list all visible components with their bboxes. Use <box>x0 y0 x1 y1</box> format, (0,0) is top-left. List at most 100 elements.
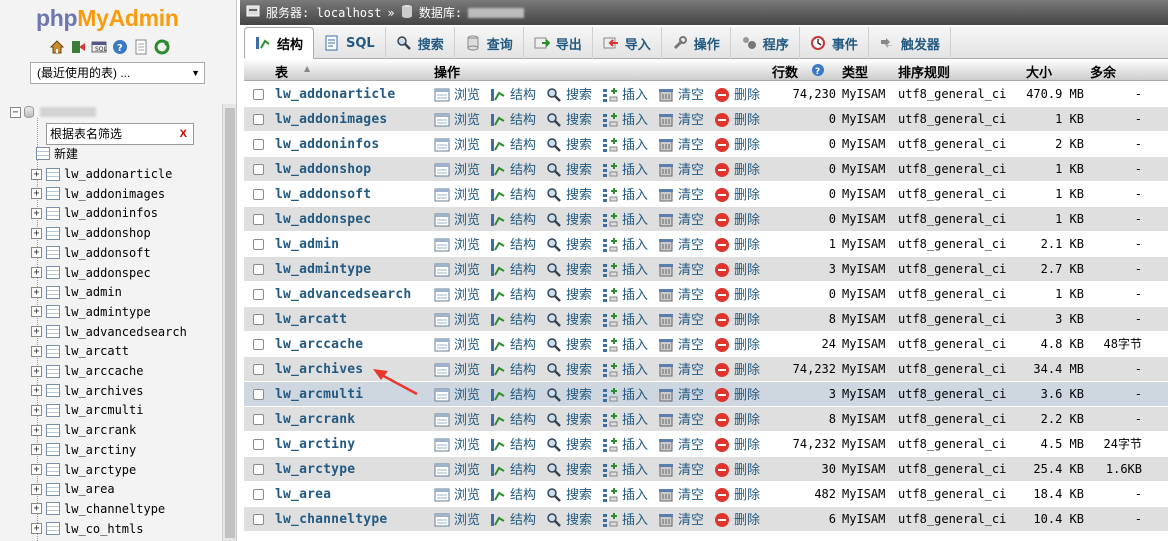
sort-asc-icon[interactable]: ▲ <box>304 64 310 73</box>
expand-icon[interactable]: + <box>31 306 42 318</box>
structure-action[interactable]: 结构 <box>490 182 536 207</box>
search-action[interactable]: 搜索 <box>546 332 592 357</box>
expand-icon[interactable]: + <box>31 424 42 436</box>
table-row[interactable]: lw_arcrank 浏览 结构 搜索 插入 清空 删除 8 MyISAM utf8_genera… <box>244 407 1168 432</box>
docs-icon[interactable] <box>133 39 149 55</box>
table-row[interactable]: lw_arctiny 浏览 结构 搜索 插入 清空 删除 74,232 MyISAM utf8_g… <box>244 432 1168 457</box>
row-checkbox[interactable] <box>253 214 264 225</box>
table-size[interactable]: 4.5 MB <box>1004 432 1084 457</box>
table-size[interactable]: 34.4 MB <box>1004 357 1084 382</box>
structure-action[interactable]: 结构 <box>490 357 536 382</box>
empty-action[interactable]: 清空 <box>658 382 704 407</box>
table-row[interactable]: lw_addonimages 浏览 结构 搜索 插入 清空 删除 0 MyISAM utf8_ge… <box>244 107 1168 132</box>
search-action[interactable]: 搜索 <box>546 82 592 107</box>
drop-action[interactable]: 删除 <box>714 82 760 107</box>
insert-action[interactable]: 插入 <box>602 282 648 307</box>
row-checkbox[interactable] <box>253 139 264 150</box>
nav-scrollbar-thumb[interactable] <box>225 108 235 538</box>
drop-action[interactable]: 删除 <box>714 207 760 232</box>
empty-action[interactable]: 清空 <box>658 507 704 532</box>
nav-table-item[interactable]: + lw_admin <box>31 282 122 302</box>
new-table-link[interactable]: 新建 <box>36 145 78 162</box>
breadcrumb-database[interactable]: 数据库: <box>419 4 462 21</box>
browse-action[interactable]: 浏览 <box>434 307 480 332</box>
insert-action[interactable]: 插入 <box>602 82 648 107</box>
table-filter-input[interactable]: 根据表名筛选 X <box>46 123 194 145</box>
drop-action[interactable]: 删除 <box>714 332 760 357</box>
browse-action[interactable]: 浏览 <box>434 207 480 232</box>
table-name-link[interactable]: lw_admintype <box>275 257 371 282</box>
table-row[interactable]: lw_addonshop 浏览 结构 搜索 插入 清空 删除 0 MyISAM utf8_gene… <box>244 157 1168 182</box>
search-action[interactable]: 搜索 <box>546 207 592 232</box>
empty-action[interactable]: 清空 <box>658 182 704 207</box>
drop-action[interactable]: 删除 <box>714 182 760 207</box>
table-row[interactable]: lw_arcmulti 浏览 结构 搜索 插入 清空 删除 3 MyISAM utf8_gener… <box>244 382 1168 407</box>
drop-action[interactable]: 删除 <box>714 282 760 307</box>
structure-action[interactable]: 结构 <box>490 382 536 407</box>
expand-icon[interactable]: + <box>31 227 42 239</box>
search-action[interactable]: 搜索 <box>546 457 592 482</box>
row-checkbox[interactable] <box>253 164 264 175</box>
table-name-link[interactable]: lw_arcatt <box>275 307 347 332</box>
structure-action[interactable]: 结构 <box>490 432 536 457</box>
drop-action[interactable]: 删除 <box>714 407 760 432</box>
drop-action[interactable]: 删除 <box>714 507 760 532</box>
expand-icon[interactable]: + <box>31 286 42 298</box>
insert-action[interactable]: 插入 <box>602 407 648 432</box>
empty-action[interactable]: 清空 <box>658 357 704 382</box>
structure-action[interactable]: 结构 <box>490 232 536 257</box>
table-size[interactable]: 1 KB <box>1004 282 1084 307</box>
structure-action[interactable]: 结构 <box>490 507 536 532</box>
insert-action[interactable]: 插入 <box>602 107 648 132</box>
table-row[interactable]: lw_advancedsearch 浏览 结构 搜索 插入 清空 删除 0 MyISAM utf8… <box>244 282 1168 307</box>
tab-structure[interactable]: 结构 <box>244 27 315 59</box>
structure-action[interactable]: 结构 <box>490 457 536 482</box>
search-action[interactable]: 搜索 <box>546 107 592 132</box>
table-name-link[interactable]: lw_area <box>275 482 331 507</box>
col-size[interactable]: 大小 <box>1026 62 1052 81</box>
nav-table-item[interactable]: + lw_addonshop <box>31 223 151 243</box>
empty-action[interactable]: 清空 <box>658 257 704 282</box>
structure-action[interactable]: 结构 <box>490 157 536 182</box>
row-checkbox[interactable] <box>253 389 264 400</box>
nav-table-item[interactable]: + lw_arcatt <box>31 341 129 361</box>
expand-icon[interactable]: + <box>31 188 42 200</box>
help-icon[interactable]: ? <box>811 63 825 81</box>
nav-table-item[interactable]: + lw_arccache <box>31 361 143 381</box>
table-row[interactable]: lw_arcatt 浏览 结构 搜索 插入 清空 删除 8 MyISAM utf8_general… <box>244 307 1168 332</box>
nav-table-item[interactable]: + lw_addonspec <box>31 263 151 283</box>
row-checkbox[interactable] <box>253 314 264 325</box>
drop-action[interactable]: 删除 <box>714 432 760 457</box>
table-name-link[interactable]: lw_arccache <box>275 332 363 357</box>
expand-icon[interactable]: + <box>31 385 42 397</box>
nav-table-item[interactable]: + lw_admintype <box>31 302 151 322</box>
table-name-link[interactable]: lw_admin <box>275 232 339 257</box>
clear-filter-button[interactable]: X <box>180 124 187 144</box>
browse-action[interactable]: 浏览 <box>434 482 480 507</box>
row-checkbox[interactable] <box>253 364 264 375</box>
search-action[interactable]: 搜索 <box>546 482 592 507</box>
search-action[interactable]: 搜索 <box>546 232 592 257</box>
browse-action[interactable]: 浏览 <box>434 507 480 532</box>
structure-action[interactable]: 结构 <box>490 207 536 232</box>
insert-action[interactable]: 插入 <box>602 257 648 282</box>
drop-action[interactable]: 删除 <box>714 107 760 132</box>
table-name-link[interactable]: lw_addonarticle <box>275 82 395 107</box>
search-action[interactable]: 搜索 <box>546 307 592 332</box>
structure-action[interactable]: 结构 <box>490 282 536 307</box>
insert-action[interactable]: 插入 <box>602 132 648 157</box>
table-size[interactable]: 1 KB <box>1004 107 1084 132</box>
table-row[interactable]: lw_area 浏览 结构 搜索 插入 清空 删除 482 MyISAM utf8_general… <box>244 482 1168 507</box>
drop-action[interactable]: 删除 <box>714 157 760 182</box>
table-size[interactable]: 1 KB <box>1004 157 1084 182</box>
table-row[interactable]: lw_admin 浏览 结构 搜索 插入 清空 删除 1 MyISAM utf8_general_… <box>244 232 1168 257</box>
structure-action[interactable]: 结构 <box>490 307 536 332</box>
database-node[interactable]: − <box>10 106 96 118</box>
empty-action[interactable]: 清空 <box>658 482 704 507</box>
drop-action[interactable]: 删除 <box>714 307 760 332</box>
empty-action[interactable]: 清空 <box>658 332 704 357</box>
drop-action[interactable]: 删除 <box>714 482 760 507</box>
tab-events[interactable]: 事件 <box>800 27 869 59</box>
table-size[interactable]: 1 KB <box>1004 182 1084 207</box>
tab-search[interactable]: 搜索 <box>386 27 455 59</box>
